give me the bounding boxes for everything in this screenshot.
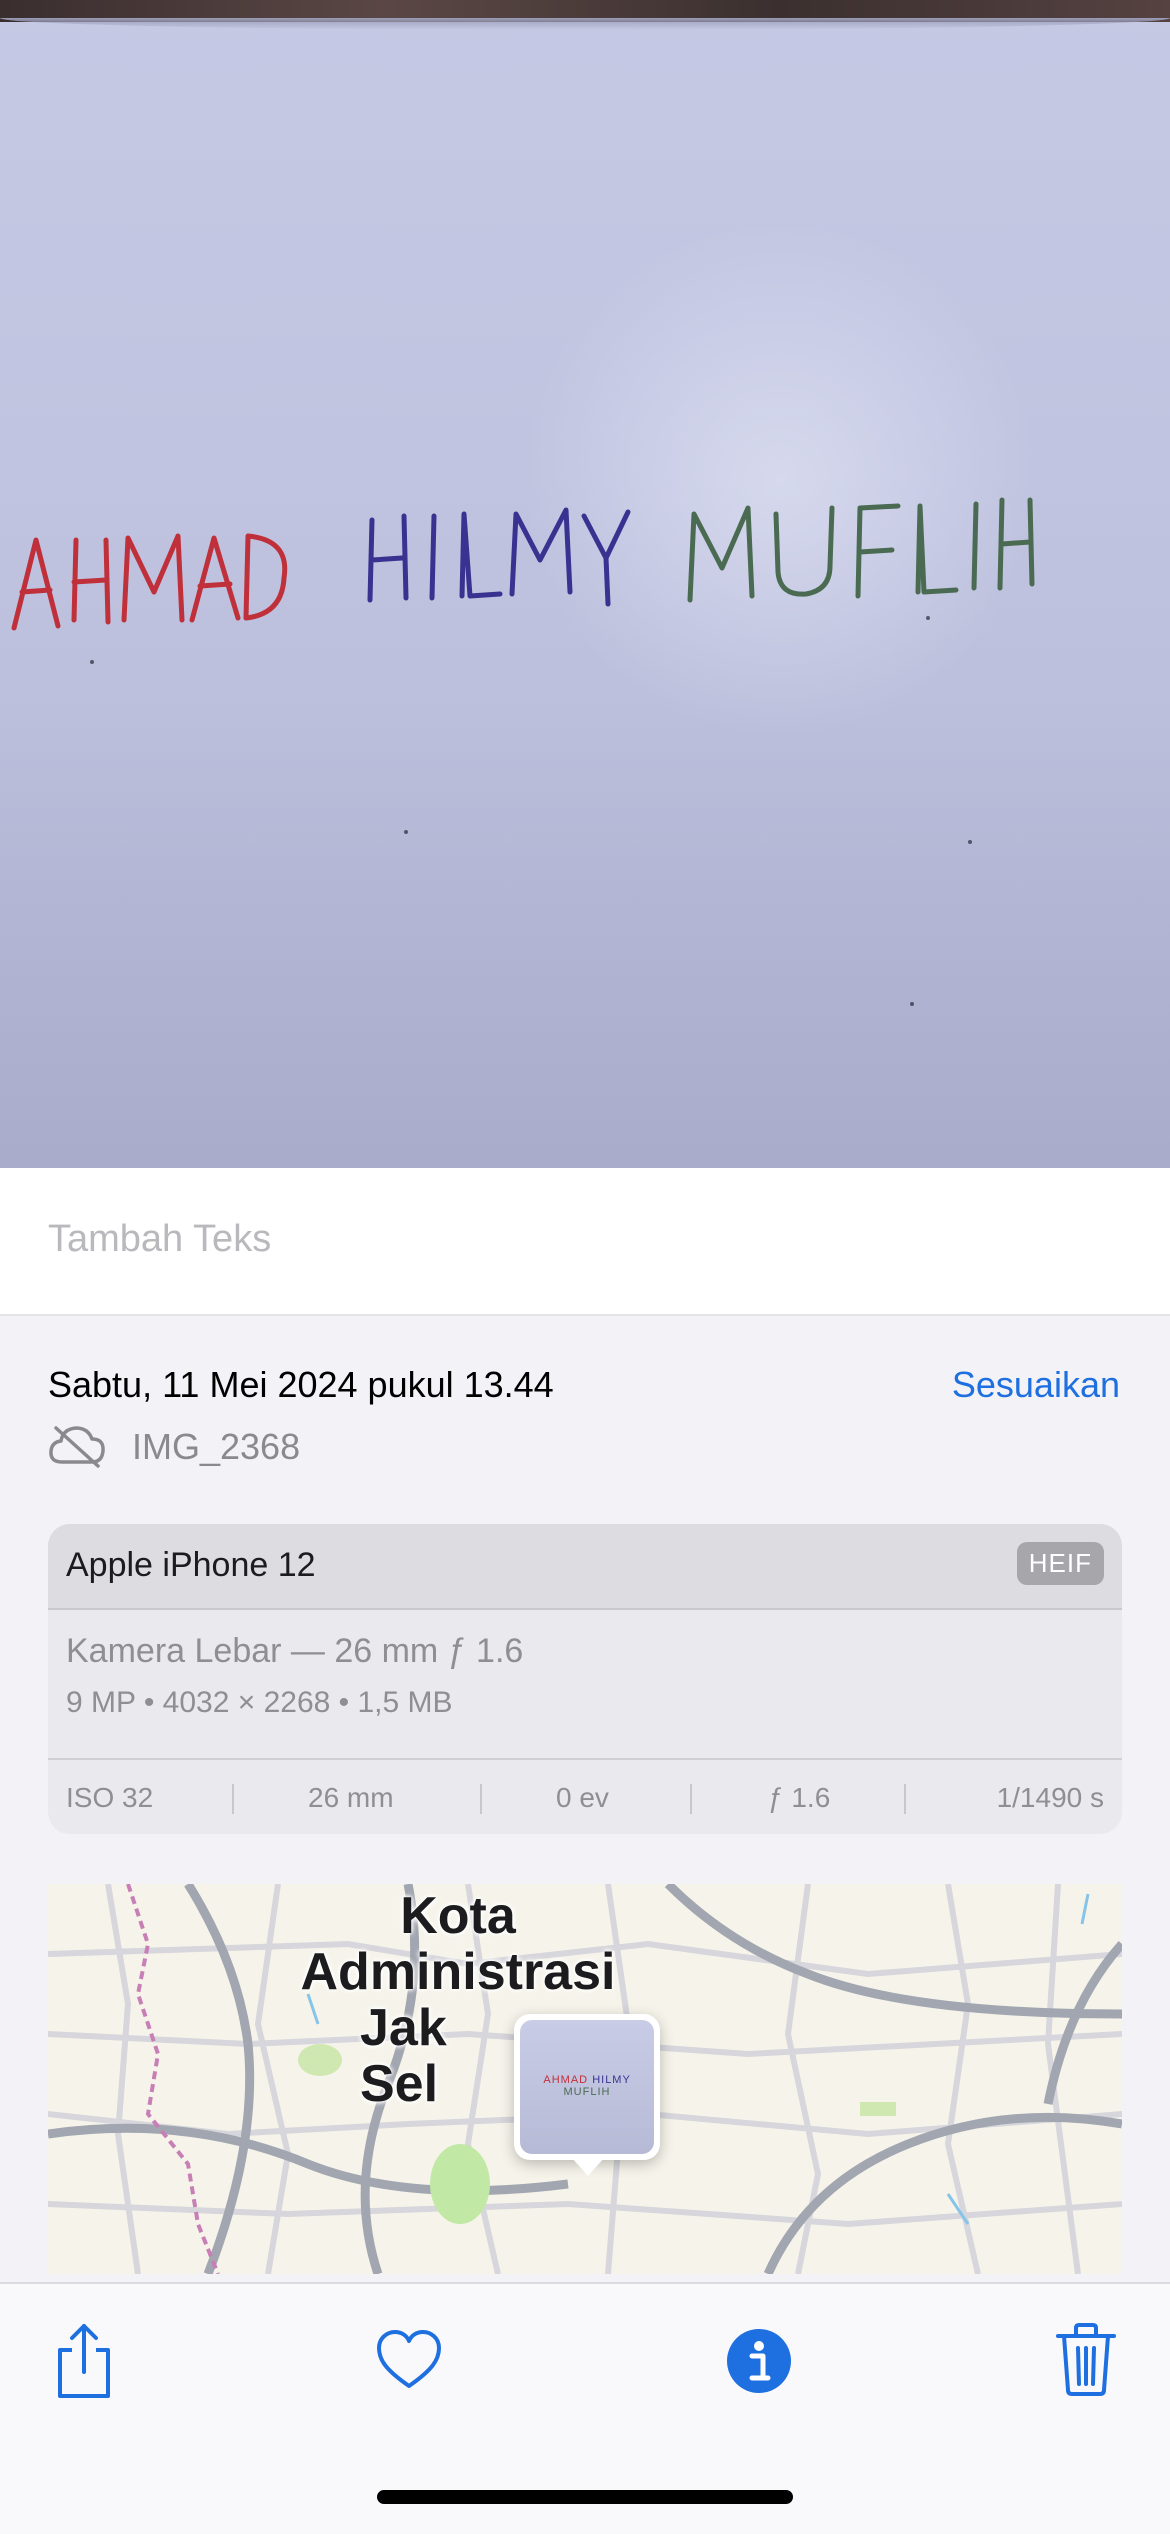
image-specs: 9 MP • 4032 × 2268 • 1,5 MB xyxy=(66,1686,453,1719)
pin-thumbnail-text: AHMAD HILMY MUFLIH xyxy=(520,2074,654,2098)
photo-location-pin[interactable]: AHMAD HILMY MUFLIH xyxy=(514,2014,660,2176)
heart-icon[interactable] xyxy=(376,2330,442,2390)
location-map[interactable]: Kota Administrasi Jak Sel AHMAD HILMY MU… xyxy=(48,1884,1122,2274)
photo-date: Sabtu, 11 Mei 2024 pukul 13.44 xyxy=(48,1364,554,1405)
exif-focal-length: 26 mm xyxy=(308,1782,394,1813)
exif-divider xyxy=(690,1784,692,1814)
exif-exposure-bias: 0 ev xyxy=(556,1782,609,1813)
home-indicator[interactable] xyxy=(377,2490,793,2504)
file-name: IMG_2368 xyxy=(132,1426,301,1467)
paper-speck xyxy=(90,660,94,664)
caption-placeholder[interactable]: Tambah Teks xyxy=(48,1218,271,1261)
camera-card-header: Apple iPhone 12 HEIF xyxy=(48,1524,1122,1610)
paper-speck xyxy=(404,830,408,834)
photo-view[interactable] xyxy=(0,0,1170,1168)
caption-field[interactable]: Tambah Teks xyxy=(0,1168,1170,1316)
exif-aperture: ƒ 1.6 xyxy=(768,1782,831,1813)
paper-speck xyxy=(926,616,930,620)
map-label-line: Kota xyxy=(400,1887,516,1945)
exif-iso: ISO 32 xyxy=(66,1782,154,1813)
exif-divider xyxy=(232,1784,234,1814)
pin-photo-thumbnail: AHMAD HILMY MUFLIH xyxy=(520,2020,654,2154)
handwriting xyxy=(11,497,1035,631)
adjust-date-button[interactable]: Sesuaikan xyxy=(952,1364,1120,1406)
lens-info: Kamera Lebar — 26 mm ƒ 1.6 xyxy=(66,1632,524,1670)
thumb-word: HILMY xyxy=(592,2074,631,2086)
map-label-line: Administrasi xyxy=(300,1943,616,2001)
trash-icon[interactable] xyxy=(1054,2322,1118,2396)
exif-shutter-speed: 1/1490 s xyxy=(996,1782,1104,1813)
thumb-word: AHMAD xyxy=(543,2074,589,2086)
info-icon[interactable] xyxy=(726,2328,792,2394)
format-badge: HEIF xyxy=(1016,1542,1104,1585)
exif-row: ISO 32 26 mm 0 ev ƒ 1.6 1/1490 s xyxy=(48,1758,1122,1834)
handwritten-word-muflih xyxy=(687,497,1035,603)
handwritten-word-hilmy xyxy=(367,507,631,607)
camera-info-card: Apple iPhone 12 HEIF Kamera Lebar — 26 m… xyxy=(48,1524,1122,1834)
exif-divider xyxy=(480,1784,482,1814)
paper-speck xyxy=(910,1002,914,1006)
share-icon[interactable] xyxy=(52,2320,116,2400)
handwritten-word-ahmad xyxy=(11,533,288,631)
exif-divider xyxy=(904,1784,906,1814)
thumb-word: MUFLIH xyxy=(563,2086,611,2098)
paper-speck xyxy=(968,840,972,844)
device-name: Apple iPhone 12 xyxy=(66,1546,316,1584)
cloud-slash-icon xyxy=(49,1426,105,1468)
